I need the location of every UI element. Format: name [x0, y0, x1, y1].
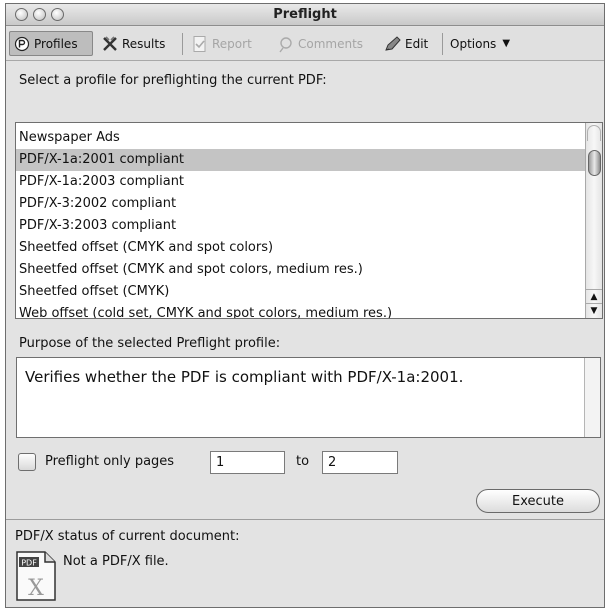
svg-text:X: X — [28, 576, 44, 601]
preflight-pages-label: Preflight only pages — [45, 454, 175, 469]
toolbar-separator — [182, 33, 183, 55]
tab-report-label: Report — [212, 36, 252, 51]
tab-edit[interactable]: Edit — [381, 31, 431, 56]
edit-icon — [384, 35, 402, 53]
tab-results-label: Results — [122, 36, 166, 51]
options-menu-label: Options — [450, 36, 497, 51]
purpose-box: Verifies whether the PDF is compliant wi… — [16, 357, 601, 438]
page-from-input[interactable] — [210, 451, 285, 474]
pdf-file-icon: PDF X — [15, 551, 57, 601]
results-icon — [101, 35, 119, 53]
instruction-text: Select a profile for preflighting the cu… — [19, 73, 327, 88]
tab-profiles-label: Profiles — [34, 36, 78, 51]
profile-list[interactable]: Newspaper Ads PDF/X-1a:2001 compliant PD… — [15, 122, 603, 319]
divider — [6, 519, 604, 520]
profile-list-items: Newspaper Ads PDF/X-1a:2001 compliant PD… — [16, 123, 585, 318]
status-label: PDF/X status of current document: — [15, 529, 240, 544]
report-icon — [191, 35, 209, 53]
caret-down-icon: ▼ — [502, 38, 511, 49]
toolbar: Profiles Results Report Comments Edit Op… — [6, 27, 604, 61]
profiles-icon — [13, 35, 31, 53]
tab-profiles[interactable]: Profiles — [9, 31, 93, 56]
tab-comments[interactable]: Comments — [274, 31, 366, 56]
page-range-row: Preflight only pages to — [18, 451, 418, 475]
title-bar[interactable]: Preflight — [6, 4, 604, 26]
purpose-scrollbar[interactable] — [584, 358, 600, 437]
toolbar-separator — [442, 33, 443, 55]
list-item[interactable]: PDF/X-1a:2001 compliant — [16, 149, 585, 171]
tab-edit-label: Edit — [405, 36, 429, 51]
scroll-up-arrow-icon[interactable]: ▲ — [586, 289, 602, 303]
list-item[interactable]: Sheetfed offset (CMYK and spot colors, m… — [16, 259, 585, 281]
scrollbar-thumb[interactable] — [588, 150, 601, 176]
page-to-label: to — [296, 454, 310, 469]
page-to-input[interactable] — [322, 451, 398, 474]
preflight-pages-checkbox[interactable] — [18, 453, 36, 471]
window-title: Preflight — [273, 7, 337, 22]
purpose-text: Verifies whether the PDF is compliant wi… — [25, 368, 464, 386]
execute-button[interactable]: Execute — [476, 489, 600, 513]
preflight-window: Preflight Profiles Results Report Commen… — [5, 3, 605, 608]
list-item[interactable]: PDF/X-3:2002 compliant — [16, 193, 585, 215]
list-item[interactable]: PDF/X-3:2003 compliant — [16, 215, 585, 237]
profile-list-scrollbar[interactable]: ▲ ▼ — [585, 123, 602, 318]
purpose-label: Purpose of the selected Preflight profil… — [19, 336, 281, 351]
scroll-down-arrow-icon[interactable]: ▼ — [586, 303, 602, 317]
scrollbar-track-cap — [587, 125, 601, 141]
comments-icon — [277, 35, 295, 53]
list-item[interactable]: Sheetfed offset (CMYK) — [16, 281, 585, 303]
list-item[interactable]: Sheetfed offset (CMYK and spot colors) — [16, 237, 585, 259]
list-item[interactable]: PDF/X-1a:2003 compliant — [16, 171, 585, 193]
tab-report[interactable]: Report — [188, 31, 255, 56]
list-item[interactable]: Web offset (cold set, CMYK and spot colo… — [16, 303, 585, 318]
options-menu[interactable]: Options ▼ — [447, 31, 513, 56]
tab-results[interactable]: Results — [98, 31, 168, 56]
pdf-icon-label: PDF — [21, 559, 37, 568]
list-item[interactable]: Newspaper Ads — [16, 127, 585, 149]
tab-comments-label: Comments — [298, 36, 364, 51]
status-text: Not a PDF/X file. — [63, 554, 169, 569]
